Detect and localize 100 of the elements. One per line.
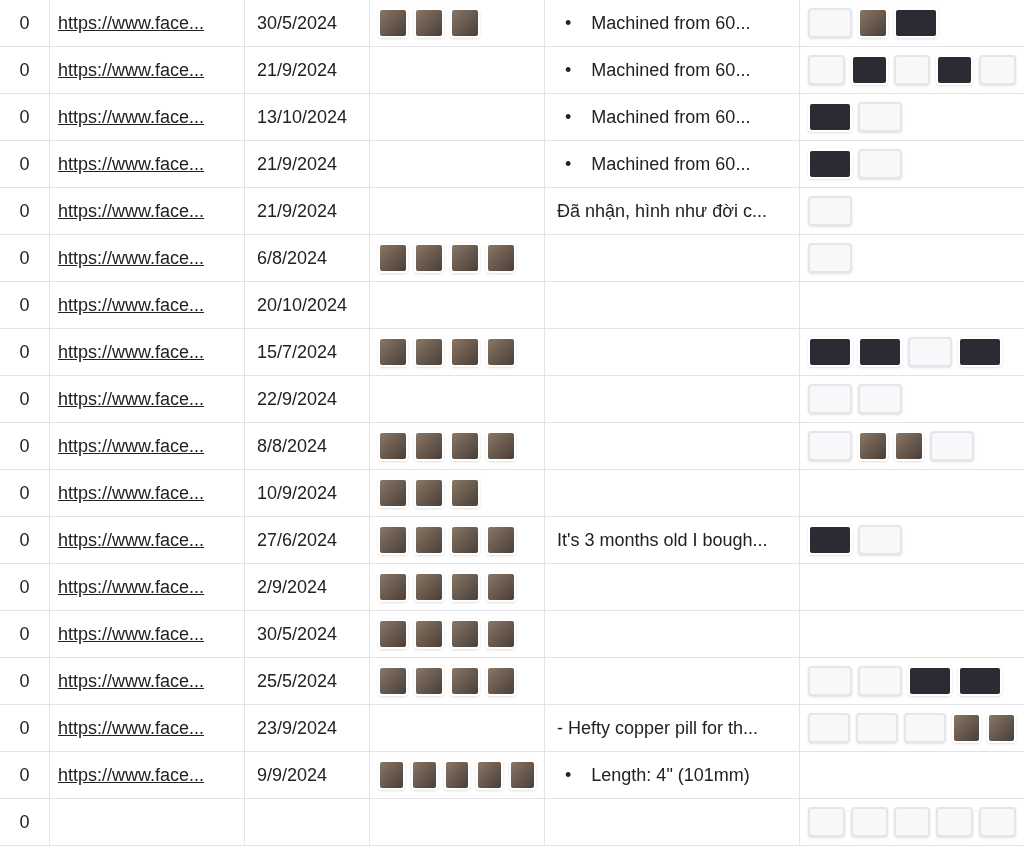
photo-thumbnail[interactable]	[414, 431, 444, 461]
photo-thumbnail[interactable]	[443, 760, 471, 790]
post-link[interactable]: https://www.face...	[58, 620, 205, 648]
photo-thumbnail[interactable]	[378, 619, 408, 649]
document-thumbnail[interactable]	[808, 807, 845, 837]
post-link[interactable]: https://www.face...	[58, 150, 205, 178]
photo-thumbnail[interactable]	[952, 713, 982, 743]
post-link[interactable]: https://www.face...	[58, 573, 205, 601]
photo-thumbnail[interactable]	[486, 431, 516, 461]
document-thumbnail[interactable]	[808, 196, 852, 226]
document-thumbnail[interactable]	[908, 337, 952, 367]
photo-thumbnail[interactable]	[486, 337, 516, 367]
post-link[interactable]: https://www.face...	[58, 667, 205, 695]
photo-thumbnail[interactable]	[486, 666, 516, 696]
photo-thumbnail[interactable]	[450, 525, 480, 555]
document-thumbnail[interactable]	[808, 384, 852, 414]
document-thumbnail[interactable]	[858, 384, 902, 414]
photo-thumbnail[interactable]	[486, 572, 516, 602]
document-thumbnail[interactable]	[930, 431, 974, 461]
photo-thumbnail[interactable]	[378, 525, 408, 555]
document-thumbnail[interactable]	[808, 431, 852, 461]
screenshot-thumbnail[interactable]	[808, 525, 852, 555]
screenshot-thumbnail[interactable]	[958, 337, 1002, 367]
photo-thumbnail[interactable]	[894, 431, 924, 461]
photo-thumbnail[interactable]	[450, 572, 480, 602]
document-thumbnail[interactable]	[979, 55, 1016, 85]
count-cell-text: 0	[19, 11, 30, 35]
photo-thumbnail[interactable]	[450, 8, 480, 38]
photo-thumbnail[interactable]	[378, 8, 408, 38]
photo-thumbnail[interactable]	[476, 760, 504, 790]
post-link[interactable]: https://www.face...	[58, 197, 205, 225]
photo-thumbnail[interactable]	[414, 8, 444, 38]
photo-thumbnail[interactable]	[378, 431, 408, 461]
document-thumbnail[interactable]	[858, 525, 902, 555]
count-cell-text: 0	[19, 763, 30, 787]
photo-thumbnail[interactable]	[378, 243, 408, 273]
post-link[interactable]: https://www.face...	[58, 385, 205, 413]
photo-thumbnail[interactable]	[987, 713, 1016, 743]
document-thumbnail[interactable]	[858, 102, 902, 132]
screenshot-thumbnail[interactable]	[858, 337, 902, 367]
post-link[interactable]: https://www.face...	[58, 526, 205, 554]
photo-thumbnail[interactable]	[410, 760, 438, 790]
screenshot-thumbnail[interactable]	[908, 666, 952, 696]
document-thumbnail[interactable]	[858, 149, 902, 179]
photo-thumbnail[interactable]	[414, 525, 444, 555]
post-link[interactable]: https://www.face...	[58, 761, 205, 789]
photo-thumbnail[interactable]	[450, 478, 480, 508]
photo-thumbnail[interactable]	[450, 431, 480, 461]
post-link[interactable]: https://www.face...	[58, 338, 205, 366]
photo-thumbnail[interactable]	[450, 619, 480, 649]
photo-thumbnail[interactable]	[486, 619, 516, 649]
document-thumbnail[interactable]	[808, 666, 852, 696]
document-thumbnail[interactable]	[904, 713, 947, 743]
photo-thumbnail[interactable]	[450, 666, 480, 696]
document-thumbnail[interactable]	[856, 713, 899, 743]
screenshot-thumbnail[interactable]	[808, 102, 852, 132]
post-link[interactable]: https://www.face...	[58, 56, 205, 84]
photo-thumbnail[interactable]	[858, 431, 888, 461]
post-link[interactable]: https://www.face...	[58, 714, 205, 742]
document-thumbnail[interactable]	[979, 807, 1016, 837]
post-link[interactable]: https://www.face...	[58, 103, 205, 131]
photo-thumbnail[interactable]	[414, 337, 444, 367]
document-thumbnail[interactable]	[858, 666, 902, 696]
screenshot-thumbnail[interactable]	[936, 55, 974, 85]
date-cell-text: 10/9/2024	[257, 481, 338, 505]
photo-thumbnail[interactable]	[378, 760, 405, 790]
photo-thumbnail[interactable]	[414, 619, 444, 649]
screenshot-thumbnail[interactable]	[894, 8, 938, 38]
document-thumbnail[interactable]	[808, 55, 845, 85]
photo-thumbnail[interactable]	[414, 666, 444, 696]
photo-thumbnail[interactable]	[378, 337, 408, 367]
document-thumbnail[interactable]	[808, 8, 852, 38]
screenshot-thumbnail[interactable]	[808, 337, 852, 367]
photo-thumbnail[interactable]	[378, 666, 408, 696]
bullet-mark: •	[564, 763, 572, 787]
document-thumbnail[interactable]	[936, 807, 974, 837]
document-thumbnail[interactable]	[808, 713, 851, 743]
post-link[interactable]: https://www.face...	[58, 9, 205, 37]
photo-thumbnail[interactable]	[858, 8, 888, 38]
photo-thumbnail[interactable]	[414, 572, 444, 602]
screenshot-thumbnail[interactable]	[808, 149, 852, 179]
post-link[interactable]: https://www.face...	[58, 432, 205, 460]
photo-thumbnail[interactable]	[450, 243, 480, 273]
post-link[interactable]: https://www.face...	[58, 244, 205, 272]
photo-thumbnail[interactable]	[414, 478, 444, 508]
document-thumbnail[interactable]	[850, 807, 888, 837]
document-thumbnail[interactable]	[893, 807, 931, 837]
photo-thumbnail[interactable]	[450, 337, 480, 367]
post-link[interactable]: https://www.face...	[58, 291, 205, 319]
screenshot-thumbnail[interactable]	[958, 666, 1002, 696]
photo-thumbnail[interactable]	[378, 572, 408, 602]
photo-thumbnail[interactable]	[509, 760, 536, 790]
photo-thumbnail[interactable]	[414, 243, 444, 273]
photo-thumbnail[interactable]	[486, 525, 516, 555]
photo-thumbnail[interactable]	[486, 243, 516, 273]
photo-thumbnail[interactable]	[378, 478, 408, 508]
document-thumbnail[interactable]	[808, 243, 852, 273]
post-link[interactable]: https://www.face...	[58, 479, 205, 507]
screenshot-thumbnail[interactable]	[850, 55, 888, 85]
document-thumbnail[interactable]	[893, 55, 931, 85]
